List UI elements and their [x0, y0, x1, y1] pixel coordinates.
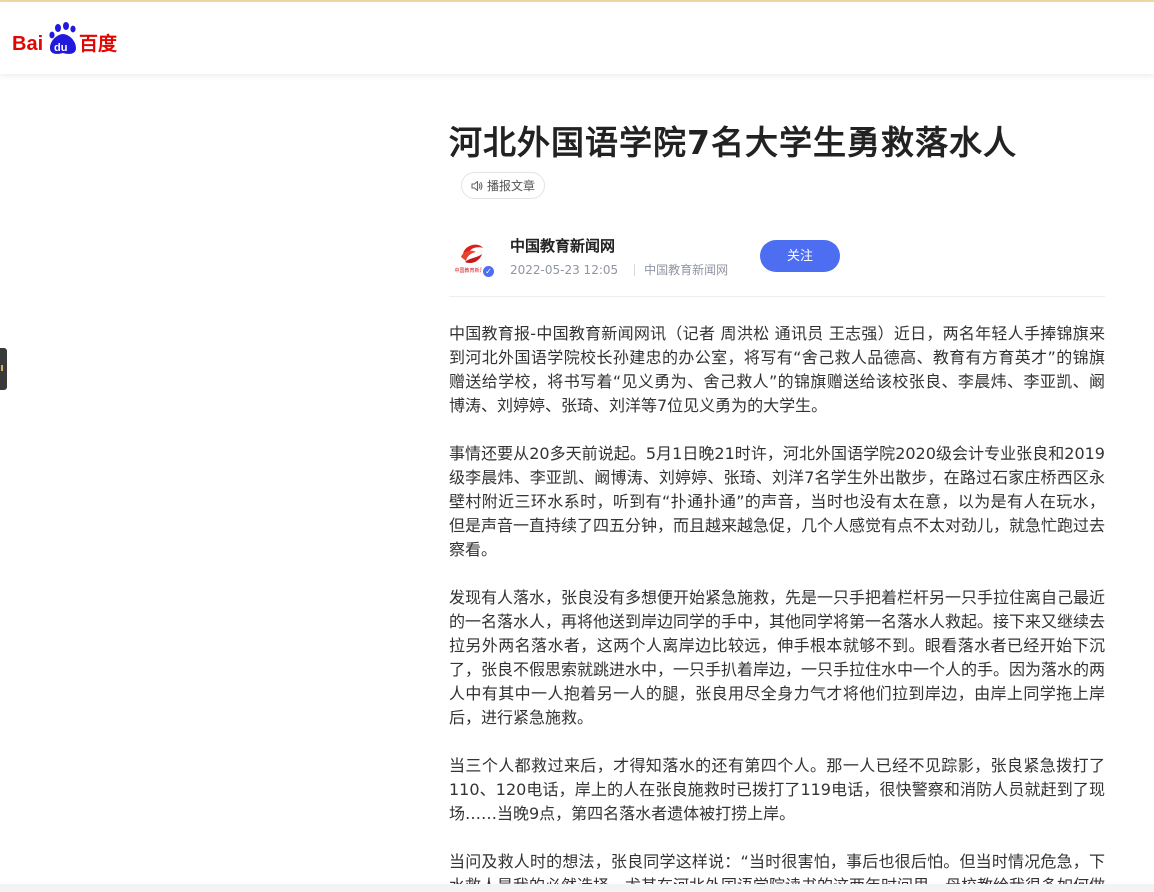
verified-badge-icon: ✓: [481, 264, 496, 279]
baidu-logo[interactable]: Bai du 百度: [12, 20, 122, 60]
author-name[interactable]: 中国教育新闻网: [510, 235, 615, 256]
svg-text:du: du: [54, 42, 67, 54]
author-divider: [449, 296, 1105, 297]
author-bar: 中国教育新闻网 ✓ 中国教育新闻网 2022-05-23 12:05 中国教育新…: [449, 230, 1105, 282]
article-body: 中国教育报-中国教育新闻网讯（记者 周洪松 通讯员 王志强）近日，两名年轻人手捧…: [449, 322, 1105, 892]
publish-source: 中国教育新闻网: [644, 263, 729, 277]
article-paragraph: 中国教育报-中国教育新闻网讯（记者 周洪松 通讯员 王志强）近日，两名年轻人手捧…: [449, 324, 1105, 415]
site-header: Bai du 百度: [0, 2, 1154, 74]
svg-text:百度: 百度: [79, 32, 118, 55]
author-meta: 2022-05-23 12:05 中国教育新闻网: [510, 261, 728, 278]
article-paragraph: 事情还要从20多天前说起。5月1日晚21时许，河北外国语学院2020级会计专业张…: [449, 444, 1106, 559]
bottom-scroll-edge: [0, 884, 1154, 892]
listen-article-button[interactable]: 播报文章: [461, 172, 546, 199]
listen-label: 播报文章: [487, 179, 536, 193]
baidu-logo-graphic: Bai du 百度: [12, 22, 118, 55]
article-paragraph: 发现有人落水，张良没有多想便开始紧急施救，先是一只手把着栏杆另一只手拉住离自己最…: [449, 588, 1106, 727]
follow-button[interactable]: 关注: [760, 240, 840, 272]
speaker-icon: [471, 180, 483, 191]
publish-date: 2022-05-23 12:05: [510, 262, 619, 277]
svg-text:Bai: Bai: [12, 33, 43, 55]
meta-separator: [634, 263, 636, 276]
article-paragraph: 当三个人都救过来后，才得知落水的还有第四个人。那一人已经不见踪影，张良紧急拨打了…: [449, 756, 1105, 823]
article-title: 河北外国语学院7名大学生勇救落水人: [449, 123, 1017, 162]
side-collapse-handle[interactable]: [0, 348, 7, 390]
